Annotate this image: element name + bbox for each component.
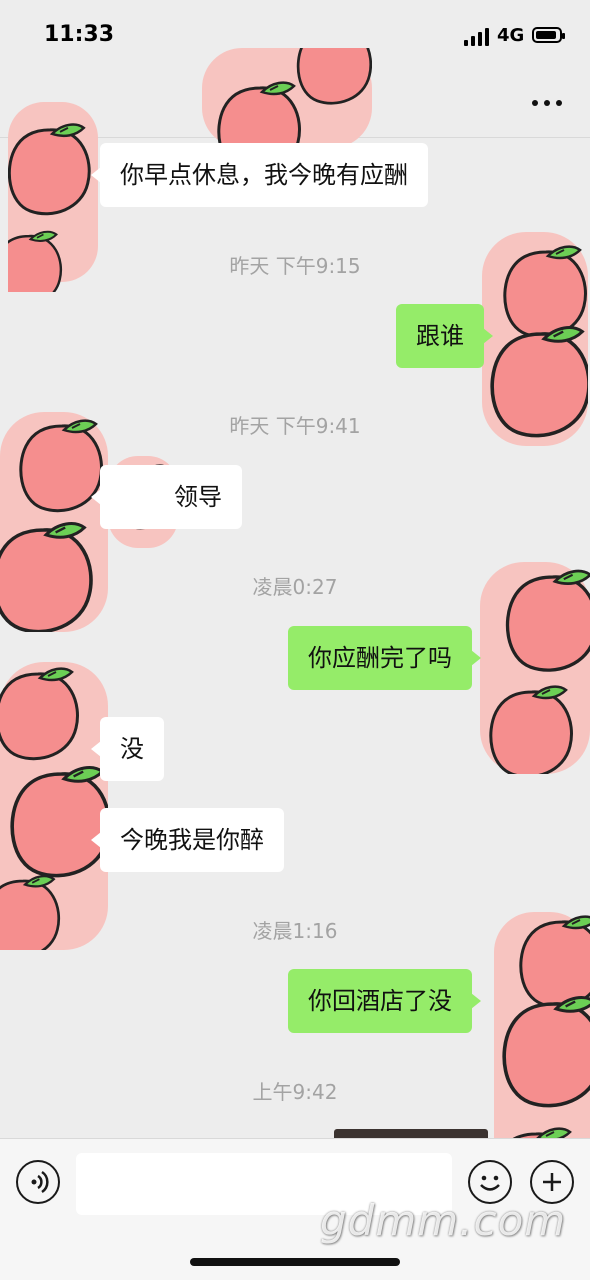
status-time: 11:33 — [44, 22, 115, 47]
home-indicator[interactable] — [190, 1258, 400, 1266]
network-type: 4G — [497, 25, 525, 46]
message-received[interactable]: 今晚我是你醉 — [91, 808, 284, 872]
peach-sticker — [202, 48, 372, 148]
peach-sticker — [0, 662, 108, 950]
voice-icon[interactable] — [16, 1160, 60, 1204]
signal-icon — [464, 28, 490, 46]
message-received[interactable]: 你早点休息，我今晚有应酬 — [91, 143, 428, 207]
timestamp: 昨天 下午9:41 — [229, 414, 361, 438]
battery-icon — [532, 27, 565, 43]
timestamp: 凌晨1:16 — [252, 919, 338, 943]
timestamp: 昨天 下午9:15 — [229, 254, 361, 278]
message-sent[interactable]: 跟谁 — [396, 304, 493, 368]
more-dots-icon[interactable] — [532, 96, 562, 110]
message-received[interactable]: 没 — [91, 717, 164, 781]
message-sent[interactable]: 你应酬完了吗 — [288, 626, 481, 690]
timestamp: 上午9:42 — [252, 1080, 338, 1104]
watermark: gdmm.com — [320, 1196, 567, 1245]
message-received[interactable]: 领导 — [91, 465, 242, 529]
message-sent[interactable]: 你回酒店了没 — [288, 969, 481, 1033]
timestamp: 凌晨0:27 — [252, 575, 338, 599]
